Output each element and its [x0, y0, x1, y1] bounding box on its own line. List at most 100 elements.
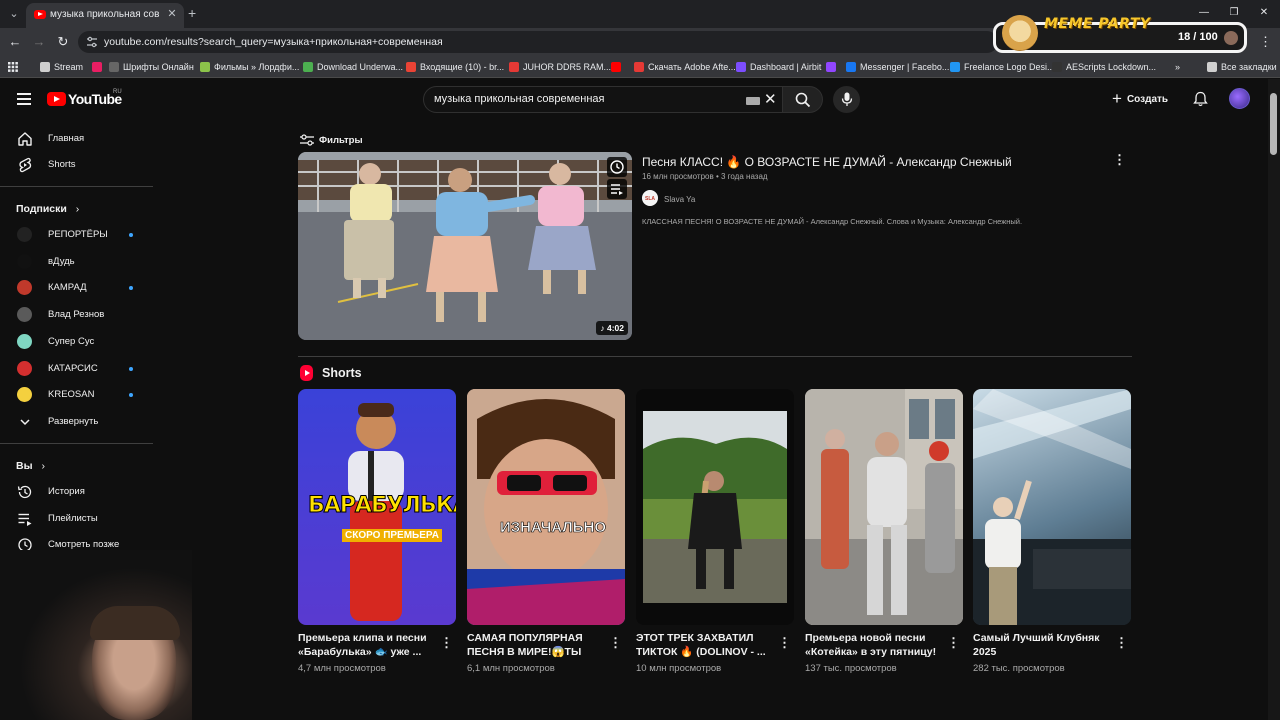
sidebar-item-playlists[interactable]: Плейлисты [0, 506, 152, 532]
bookmark-item[interactable]: Скачать Adobe Afte... [634, 60, 736, 74]
search-button[interactable] [783, 86, 823, 113]
channel-avatar[interactable]: SLA [642, 190, 658, 206]
site-settings-icon[interactable] [86, 36, 98, 48]
short-overlay-title: ИЗНАЧАЛЬНО [500, 519, 607, 537]
video-thumbnail[interactable]: ♪ 4:02 [298, 152, 632, 340]
video-result[interactable]: ♪ 4:02 Песня КЛАСС! 🔥 О ВОЗРАСТЕ НЕ ДУМА… [298, 152, 1132, 340]
scrollbar-thumb[interactable] [1270, 93, 1277, 155]
bookmark-item[interactable]: Stream [40, 60, 83, 74]
window-restore-icon[interactable]: ❐ [1227, 6, 1241, 20]
apps-grid-icon[interactable] [8, 60, 18, 74]
short-card[interactable]: ЭТОТ ТРЕК ЗАХВАТИЛ ТИКТОК 🔥 (DOLINOV - .… [636, 389, 794, 679]
short-thumbnail[interactable]: ИЗНАЧАЛЬНО [467, 389, 625, 625]
short-more-icon[interactable]: ⋮ [947, 635, 960, 651]
bookmark-item[interactable]: Freelance Logo Desi... [950, 60, 1055, 74]
guide-menu-icon[interactable] [17, 93, 31, 105]
keyboard-icon[interactable] [746, 97, 760, 105]
sidebar-subscription-item[interactable]: Влад Резнов [0, 302, 152, 328]
subscription-label: КАМРАД [48, 282, 87, 294]
short-card[interactable]: Самый Лучший Клубняк 2025 282 тыс. просм… [973, 389, 1131, 679]
video-description: КЛАССНАЯ ПЕСНЯ! О ВОЗРАСТЕ НЕ ДУМАЙ - Ал… [642, 217, 1023, 226]
content-divider [298, 356, 1132, 357]
sidebar-subscription-item[interactable]: РЕПОРТЁРЫ [0, 222, 152, 248]
sidebar-item-shorts[interactable]: Shorts [0, 152, 152, 178]
you-heading[interactable]: Вы › [16, 460, 45, 472]
filters-label: Фильтры [319, 134, 363, 146]
reload-icon[interactable]: ↻ [55, 34, 71, 50]
video-title[interactable]: Песня КЛАСС! 🔥 О ВОЗРАСТЕ НЕ ДУМАЙ - Але… [642, 155, 1012, 169]
short-more-icon[interactable]: ⋮ [778, 635, 791, 651]
short-thumbnail[interactable] [973, 389, 1131, 625]
bookmark-item[interactable]: Фильмы » Лордфи... [200, 60, 299, 74]
clear-search-icon[interactable]: ✕ [764, 92, 778, 108]
short-title[interactable]: Премьера новой песни «Котейка» в эту пят… [805, 631, 941, 659]
url-text[interactable]: youtube.com/results?search_query=музыка+… [104, 36, 443, 48]
short-card[interactable]: БАРАБУЛЬКА СКОРО ПРЕМЬЕРА Премьера клипа… [298, 389, 456, 679]
create-button[interactable]: + Создать [1112, 87, 1178, 111]
short-more-icon[interactable]: ⋮ [609, 635, 622, 651]
short-card[interactable]: ИЗНАЧАЛЬНО САМАЯ ПОПУЛЯРНАЯ ПЕСНЯ В МИРЕ… [467, 389, 625, 679]
bookmark-item[interactable]: Все закладки [1207, 60, 1277, 74]
video-more-icon[interactable]: ⋮ [1113, 152, 1126, 168]
browser-tab-active[interactable]: музыка прикольная совреме ✕ [26, 3, 184, 28]
bookmark-item[interactable] [826, 60, 840, 74]
youtube-logo[interactable]: YouTube RU [47, 89, 122, 107]
account-avatar[interactable] [1229, 88, 1250, 109]
bookmark-item[interactable]: Входящие (10) - br... [406, 60, 504, 74]
page-scrollbar[interactable] [1268, 79, 1280, 720]
doge-icon [1002, 15, 1038, 51]
short-title[interactable]: САМАЯ ПОПУЛЯРНАЯ ПЕСНЯ В МИРЕ!😱ТЫ ЕЕ... [467, 631, 603, 659]
sidebar-subscription-item[interactable]: вДудь [0, 249, 152, 275]
short-more-icon[interactable]: ⋮ [1115, 635, 1128, 651]
voice-search-button[interactable] [833, 86, 860, 113]
new-content-dot [129, 366, 133, 371]
bookmark-label: Dashboard | Airbit [750, 62, 822, 72]
short-views: 10 млн просмотров [636, 663, 722, 674]
add-to-queue-icon[interactable] [607, 179, 627, 199]
subscription-label: РЕПОРТЁРЫ [48, 229, 108, 240]
short-more-icon[interactable]: ⋮ [440, 635, 453, 651]
short-title[interactable]: Премьера клипа и песни «Барабулька» 🐟 уж… [298, 631, 434, 659]
notifications-bell-icon[interactable] [1193, 91, 1208, 107]
sidebar-subscription-item[interactable]: КАМРАД [0, 275, 152, 301]
logo-region: RU [113, 89, 122, 95]
short-thumbnail[interactable] [805, 389, 963, 625]
window-close-icon[interactable]: ✕ [1257, 6, 1271, 20]
bookmark-favicon-icon [1207, 62, 1217, 72]
filters-button[interactable]: Фильтры [300, 134, 363, 146]
bookmark-item[interactable]: JUHOR DDR5 RAM... [509, 60, 611, 74]
tab-close-icon[interactable]: ✕ [165, 7, 179, 21]
subscriptions-heading[interactable]: Подписки › [16, 203, 79, 215]
bookmark-item[interactable] [92, 60, 106, 74]
watch-later-hover-icon[interactable] [607, 157, 627, 177]
forward-arrow-icon[interactable]: → [31, 34, 47, 50]
short-thumbnail[interactable] [636, 389, 794, 625]
sidebar-subscription-item[interactable]: КАТАРСИС [0, 356, 152, 382]
bookmark-item[interactable]: Download Underwa... [303, 60, 403, 74]
sidebar-item-history[interactable]: История [0, 479, 152, 505]
new-tab-plus-icon[interactable]: + [188, 5, 202, 21]
address-bar[interactable]: youtube.com/results?search_query=музыка+… [78, 31, 998, 53]
sidebar-subscription-item[interactable]: Супер Сус [0, 329, 152, 355]
bookmark-item[interactable]: Dashboard | Airbit [736, 60, 821, 74]
back-arrow-icon[interactable]: ← [7, 34, 23, 50]
short-card[interactable]: Премьера новой песни «Котейка» в эту пят… [805, 389, 963, 679]
home-icon [18, 132, 32, 146]
search-input[interactable]: музыка прикольная современная ✕ [423, 86, 783, 113]
bookmark-item[interactable]: Шрифты Онлайн [109, 60, 194, 74]
short-title[interactable]: Самый Лучший Клубняк 2025 [973, 631, 1109, 659]
sidebar-expand[interactable]: Развернуть [0, 409, 152, 435]
channel-name[interactable]: Slava Ya [664, 195, 695, 204]
short-thumbnail[interactable]: БАРАБУЛЬКА СКОРО ПРЕМЬЕРА [298, 389, 456, 625]
sidebar-subscription-item[interactable]: KREOSAN [0, 382, 152, 408]
search-query[interactable]: музыка прикольная современная [434, 93, 604, 105]
bookmark-item[interactable]: Messenger | Facebo... [846, 60, 949, 74]
browser-menu-icon[interactable]: ⋮ [1259, 34, 1272, 50]
window-minimize-icon[interactable]: — [1197, 6, 1211, 20]
tab-list-chevron-icon[interactable]: ⌄ [6, 5, 22, 23]
bookmark-item[interactable] [611, 60, 625, 74]
sidebar-item-home[interactable]: Главная [0, 126, 152, 152]
short-title[interactable]: ЭТОТ ТРЕК ЗАХВАТИЛ ТИКТОК 🔥 (DOLINOV - .… [636, 631, 772, 659]
bookmarks-overflow-icon[interactable]: » [1175, 60, 1180, 74]
bookmark-item[interactable]: AEScripts Lockdown... [1052, 60, 1156, 74]
